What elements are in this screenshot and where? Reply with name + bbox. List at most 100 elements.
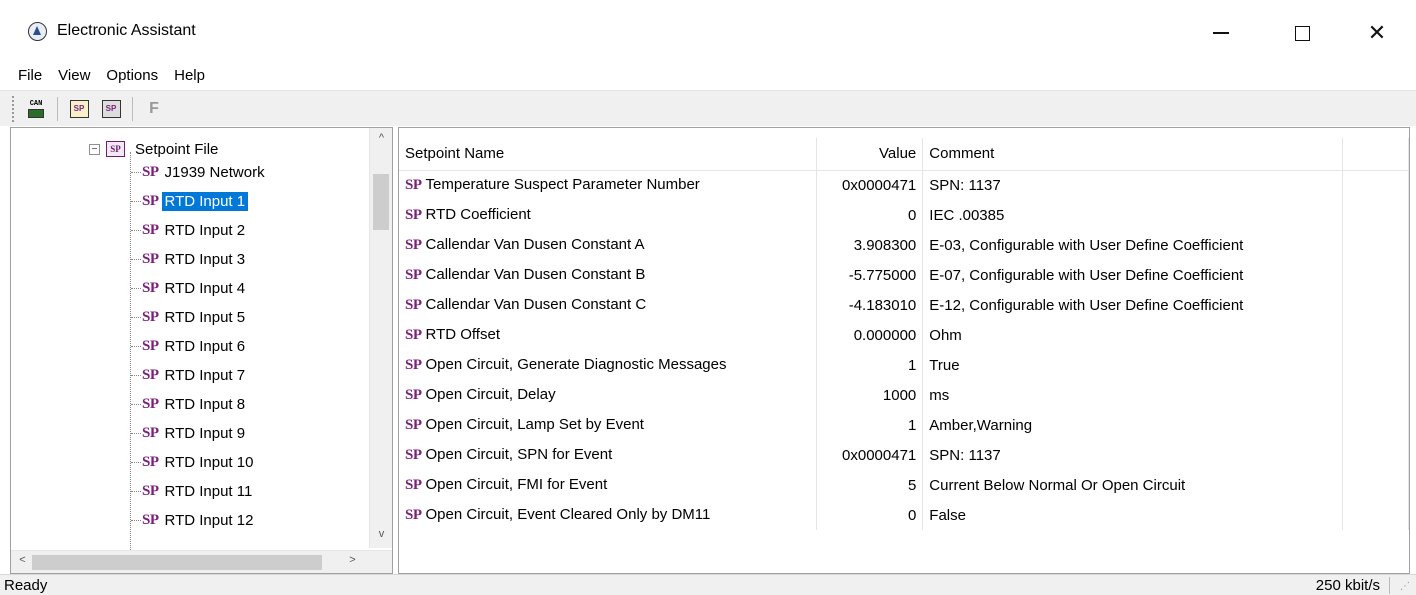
tree-branch-line: [131, 461, 141, 463]
column-header-name[interactable]: Setpoint Name: [399, 138, 818, 171]
tree-item[interactable]: SP RTD Input 10: [131, 451, 256, 473]
setpoint-name-cell[interactable]: SP Temperature Suspect Parameter Number: [399, 170, 818, 200]
setpoint-name-cell[interactable]: SP Open Circuit, FMI for Event: [399, 470, 818, 500]
setpoint-group-icon: SP: [142, 453, 159, 470]
setpoint-name-cell[interactable]: SP RTD Coefficient: [399, 200, 818, 230]
tree-item[interactable]: SP J1939 Network: [131, 161, 268, 183]
save-setpoint-button[interactable]: SP: [98, 96, 124, 122]
table-row[interactable]: SP Open Circuit, Event Cleared Only by DM…: [399, 500, 1409, 530]
setpoint-name-cell[interactable]: SP Open Circuit, SPN for Event: [399, 440, 818, 470]
setpoint-name-cell[interactable]: SP Open Circuit, Generate Diagnostic Mess…: [399, 350, 818, 380]
setpoint-name-cell[interactable]: SP Callendar Van Dusen Constant C: [399, 290, 818, 320]
flash-button[interactable]: F: [141, 96, 167, 122]
close-icon: ✕: [1367, 20, 1387, 45]
tree-item[interactable]: SP RTD Input 5: [131, 306, 248, 328]
setpoint-group-icon: SP: [142, 366, 159, 383]
tree-item[interactable]: SP RTD Input 1: [131, 190, 249, 212]
table-row[interactable]: SP RTD Coefficient 0 IEC .00385: [399, 200, 1409, 230]
scroll-left-icon[interactable]: <: [11, 554, 34, 566]
table-row[interactable]: SP Open Circuit, Generate Diagnostic Mess…: [399, 350, 1409, 380]
minimize-button[interactable]: [1198, 14, 1244, 52]
setpoint-value[interactable]: 0x0000471: [816, 170, 924, 200]
setpoint-tree[interactable]: − SP Setpoint File SP J1939 Network SP RTD …: [10, 127, 393, 574]
menu-help[interactable]: Help: [166, 67, 213, 84]
setpoint-value[interactable]: 5: [816, 470, 924, 500]
tree-horizontal-scrollbar[interactable]: < >: [11, 550, 392, 573]
setpoint-name-cell[interactable]: SP Open Circuit, Lamp Set by Event: [399, 410, 818, 440]
setpoint-value[interactable]: 1000: [816, 380, 924, 410]
scroll-down-icon[interactable]: v: [370, 528, 392, 540]
filler-cell: [1342, 260, 1409, 290]
tree-item[interactable]: SP RTD Input 3: [131, 248, 248, 270]
toolbar: CAN SP SP F: [0, 90, 1416, 126]
flash-icon: F: [149, 99, 159, 117]
table-row[interactable]: SP Callendar Van Dusen Constant A 3.908300…: [399, 230, 1409, 260]
can-connect-button[interactable]: CAN: [23, 96, 49, 122]
tree-item[interactable]: SP RTD Input 11: [131, 480, 255, 502]
tree-item[interactable]: SP RTD Input 8: [131, 393, 248, 415]
setpoint-value[interactable]: 1: [816, 350, 924, 380]
setpoint-value[interactable]: 0x0000471: [816, 440, 924, 470]
collapse-icon[interactable]: −: [89, 143, 100, 155]
tree-item-label: RTD Input 5: [164, 308, 246, 326]
setpoint-value[interactable]: 0.000000: [816, 320, 924, 350]
tree-item[interactable]: SP RTD Input 2: [131, 219, 248, 241]
tree-item[interactable]: SP RTD Input 7: [131, 364, 248, 386]
tree-item[interactable]: SP RTD Input 4: [131, 277, 248, 299]
menu-view[interactable]: View: [50, 67, 98, 84]
setpoint-icon: SP: [405, 447, 422, 463]
tree-root-setpoint-file[interactable]: − SP Setpoint File: [89, 138, 221, 160]
table-row[interactable]: SP Callendar Van Dusen Constant B -5.77500…: [399, 260, 1409, 290]
setpoint-name-cell[interactable]: SP Callendar Van Dusen Constant A: [399, 230, 818, 260]
tree-item-label: RTD Input 2: [164, 221, 246, 239]
maximize-button[interactable]: [1279, 14, 1325, 52]
setpoint-name-cell[interactable]: SP RTD Offset: [399, 320, 818, 350]
column-header-value[interactable]: Value: [816, 138, 924, 171]
setpoint-name-cell[interactable]: SP Callendar Van Dusen Constant B: [399, 260, 818, 290]
table-row[interactable]: SP Callendar Van Dusen Constant C -4.18301…: [399, 290, 1409, 320]
scroll-up-icon[interactable]: ^: [370, 132, 392, 144]
setpoint-name-cell[interactable]: SP Open Circuit, Event Cleared Only by DM…: [399, 500, 818, 530]
resize-grip-icon[interactable]: ⋰: [1400, 581, 1412, 593]
tree-item[interactable]: SP RTD Input 6: [131, 335, 248, 357]
tree-item-label: RTD Input 10: [164, 453, 254, 471]
tree-item[interactable]: SP RTD Input 9: [131, 422, 248, 444]
menu-options[interactable]: Options: [98, 67, 166, 84]
table-row[interactable]: SP Open Circuit, Lamp Set by Event 1 Amber,…: [399, 410, 1409, 440]
column-header-comment[interactable]: Comment: [922, 138, 1344, 171]
scroll-thumb[interactable]: [373, 174, 389, 230]
tree-branch-line: [131, 171, 141, 173]
setpoint-icon: SP: [405, 237, 422, 253]
setpoint-icon: SP: [405, 357, 422, 373]
tree-branch-line: [131, 200, 141, 202]
filler-cell: [1342, 440, 1409, 470]
maximize-icon: [1294, 25, 1310, 41]
scroll-thumb[interactable]: [32, 555, 322, 570]
setpoint-value[interactable]: -4.183010: [816, 290, 924, 320]
menu-file[interactable]: File: [10, 67, 50, 84]
setpoint-icon: SP: [405, 477, 422, 493]
scroll-right-icon[interactable]: >: [341, 554, 364, 566]
toolbar-grip[interactable]: [12, 95, 15, 122]
setpoint-value[interactable]: 1: [816, 410, 924, 440]
close-button[interactable]: ✕: [1354, 14, 1400, 52]
setpoint-value[interactable]: -5.775000: [816, 260, 924, 290]
open-setpoint-button[interactable]: SP: [66, 96, 92, 122]
setpoint-value[interactable]: 0: [816, 500, 924, 530]
filler-cell: [1342, 200, 1409, 230]
table-row[interactable]: SP Open Circuit, FMI for Event 5 Current Be…: [399, 470, 1409, 500]
setpoint-list[interactable]: Setpoint Name Value Comment SP Temperatur…: [398, 127, 1410, 574]
setpoint-group-icon: SP: [142, 395, 159, 412]
setpoint-value[interactable]: 0: [816, 200, 924, 230]
table-row[interactable]: SP RTD Offset 0.000000 Ohm: [399, 320, 1409, 350]
table-row[interactable]: SP Temperature Suspect Parameter Number 0x…: [399, 170, 1409, 200]
table-row[interactable]: SP Open Circuit, SPN for Event 0x0000471 SP…: [399, 440, 1409, 470]
setpoint-value[interactable]: 3.908300: [816, 230, 924, 260]
tree-vertical-scrollbar[interactable]: ^ v: [369, 128, 392, 548]
status-separator: [1389, 577, 1390, 594]
table-row[interactable]: SP Open Circuit, Delay 1000 ms: [399, 380, 1409, 410]
tree-branch-line: [131, 287, 141, 289]
tree-item[interactable]: SP RTD Input 12: [131, 509, 256, 531]
setpoint-name-cell[interactable]: SP Open Circuit, Delay: [399, 380, 818, 410]
setpoint-group-icon: SP: [142, 192, 159, 209]
